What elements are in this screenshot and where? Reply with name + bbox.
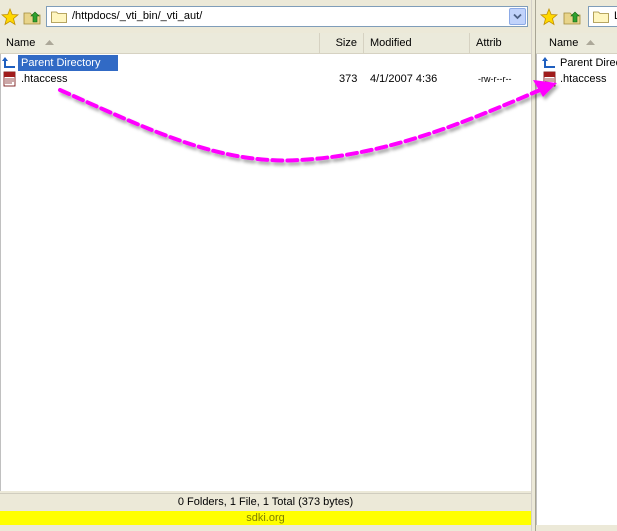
column-header-name[interactable]: Name bbox=[0, 33, 320, 53]
list-item[interactable]: Parent Directory bbox=[1, 55, 531, 71]
left-list-header: Name Size Modified Attrib bbox=[0, 33, 531, 54]
sort-ascending-icon bbox=[586, 40, 595, 45]
sort-ascending-icon bbox=[45, 40, 54, 45]
up-folder-icon[interactable] bbox=[23, 8, 41, 26]
right-file-pane: L Name Parent Directory .htaccess bbox=[536, 0, 617, 531]
favorites-star-icon[interactable] bbox=[1, 8, 19, 26]
file-name: Parent Directory bbox=[21, 57, 101, 69]
list-item[interactable]: Parent Directory bbox=[537, 55, 617, 71]
file-modified: 4/1/2007 4:36 bbox=[370, 73, 438, 85]
right-file-list[interactable]: Parent Directory .htaccess bbox=[536, 54, 617, 525]
column-header-modified[interactable]: Modified bbox=[364, 33, 470, 53]
favorites-star-icon[interactable] bbox=[540, 8, 558, 26]
left-toolbar: /httpdocs/_vti_bin/_vti_aut/ bbox=[0, 0, 531, 33]
right-address-combobox[interactable]: L bbox=[588, 6, 617, 27]
left-file-list[interactable]: Parent Directory .htaccess 373 4/1/2007 … bbox=[0, 54, 531, 491]
chevron-down-icon bbox=[513, 13, 522, 20]
left-address-dropdown-button[interactable] bbox=[509, 8, 526, 25]
column-header-name[interactable]: Name bbox=[536, 33, 617, 53]
htaccess-file-icon bbox=[3, 71, 16, 87]
address-folder-icon bbox=[51, 11, 67, 23]
file-attrib: -rw-r--r-- bbox=[478, 74, 512, 84]
watermark-banner: sdki.org bbox=[0, 511, 531, 525]
right-list-header: Name bbox=[536, 33, 617, 54]
file-name: .htaccess bbox=[560, 73, 607, 85]
file-name: Parent Directory bbox=[560, 57, 617, 69]
left-address-text: /httpdocs/_vti_bin/_vti_aut/ bbox=[72, 10, 203, 22]
file-size: 373 bbox=[339, 73, 358, 85]
left-status-bar: 0 Folders, 1 File, 1 Total (373 bytes) bbox=[0, 493, 531, 511]
file-name: .htaccess bbox=[21, 73, 68, 85]
left-address-combobox[interactable]: /httpdocs/_vti_bin/_vti_aut/ bbox=[46, 6, 528, 27]
address-folder-icon bbox=[593, 11, 609, 23]
left-file-pane: /httpdocs/_vti_bin/_vti_aut/ Name Size M… bbox=[0, 0, 531, 531]
column-header-size[interactable]: Size bbox=[320, 33, 364, 53]
right-toolbar: L bbox=[536, 0, 617, 33]
parent-directory-icon bbox=[2, 57, 15, 68]
up-folder-icon[interactable] bbox=[563, 8, 581, 26]
list-item[interactable]: .htaccess 373 4/1/2007 4:36 -rw-r--r-- bbox=[1, 71, 531, 87]
list-item[interactable]: .htaccess bbox=[537, 71, 617, 87]
htaccess-file-icon bbox=[543, 71, 556, 87]
parent-directory-icon bbox=[542, 57, 555, 68]
status-text: 0 Folders, 1 File, 1 Total (373 bytes) bbox=[177, 496, 354, 508]
column-header-attrib[interactable]: Attrib bbox=[470, 33, 531, 53]
